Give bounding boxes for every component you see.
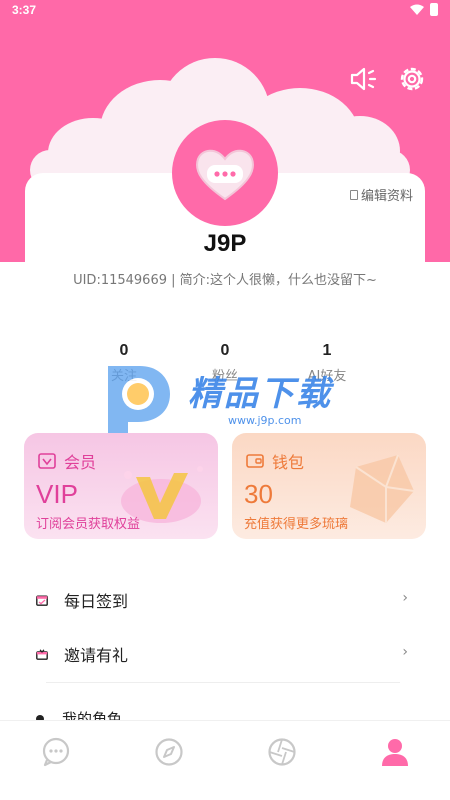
wallet-card-subtitle: 充值获得更多琉璃 — [244, 517, 349, 532]
vip-card-subtitle: 订阅会员获取权益 — [36, 517, 141, 532]
tab-profile[interactable] — [378, 735, 412, 769]
tab-chat[interactable] — [39, 735, 73, 769]
settings-icon[interactable] — [397, 64, 427, 94]
watermark-url: www.j9p.com — [228, 414, 302, 427]
avatar[interactable] — [172, 120, 278, 226]
crystal-decoration — [350, 454, 415, 523]
heart-chat-icon — [196, 149, 254, 201]
username: J9P — [203, 230, 247, 257]
speaker-icon[interactable] — [348, 64, 378, 94]
wallet-card-value: 30 — [244, 479, 273, 509]
stats-row: 0 关注 0 粉丝 1 AI好友 — [0, 342, 450, 392]
menu-item-label: 每日签到 — [64, 592, 129, 611]
stat-count: 1 — [322, 342, 332, 359]
stat-label: AI好友 — [307, 369, 347, 384]
edit-profile-button[interactable]: 编辑资料 — [349, 185, 413, 204]
stat-count: 0 — [119, 342, 129, 359]
stat-count: 0 — [220, 342, 230, 359]
stat-label: 关注 — [110, 369, 137, 384]
bottom-tab-bar — [0, 720, 450, 800]
profile-bio: UID:11549669 | 简介:这个人很懒，什么也没留下~ — [73, 273, 377, 288]
vip-icon — [38, 453, 56, 469]
vip-card-title: 会员 — [64, 453, 97, 472]
wallet-icon — [246, 454, 264, 468]
tab-discover[interactable] — [152, 735, 186, 769]
stat-ai-friends[interactable]: 1 AI好友 — [287, 342, 367, 384]
vip-card-value: VIP — [36, 479, 78, 509]
wallet-card-header: 钱包 — [246, 449, 304, 473]
divider — [46, 682, 400, 683]
stat-following[interactable]: 0 关注 — [84, 342, 164, 384]
chevron-right-icon: › — [402, 590, 408, 606]
status-time: 3:37 — [12, 3, 37, 17]
stat-followers[interactable]: 0 粉丝 — [185, 342, 265, 384]
vip-card[interactable]: 会员 VIP 订阅会员获取权益 — [24, 433, 218, 539]
status-bar: 3:37 — [0, 0, 450, 22]
tab-explore[interactable] — [265, 735, 299, 769]
calendar-check-icon — [36, 595, 48, 606]
edit-icon — [349, 189, 358, 200]
wallet-card-title: 钱包 — [272, 453, 305, 472]
wallet-card[interactable]: 钱包 30 充值获得更多琉璃 — [232, 433, 426, 539]
edit-profile-label: 编辑资料 — [360, 189, 413, 204]
menu-item-invite[interactable]: 邀请有礼 › — [36, 634, 412, 674]
menu-item-daily-checkin[interactable]: 每日签到 › — [36, 580, 412, 620]
vip-card-header: 会员 — [38, 449, 96, 473]
stat-label: 粉丝 — [211, 369, 238, 384]
chevron-right-icon: › — [402, 644, 408, 660]
menu-item-label: 邀请有礼 — [64, 646, 129, 665]
battery-icon — [430, 3, 438, 16]
gift-icon — [36, 648, 48, 660]
status-icons — [410, 3, 438, 16]
wifi-icon — [410, 4, 424, 15]
